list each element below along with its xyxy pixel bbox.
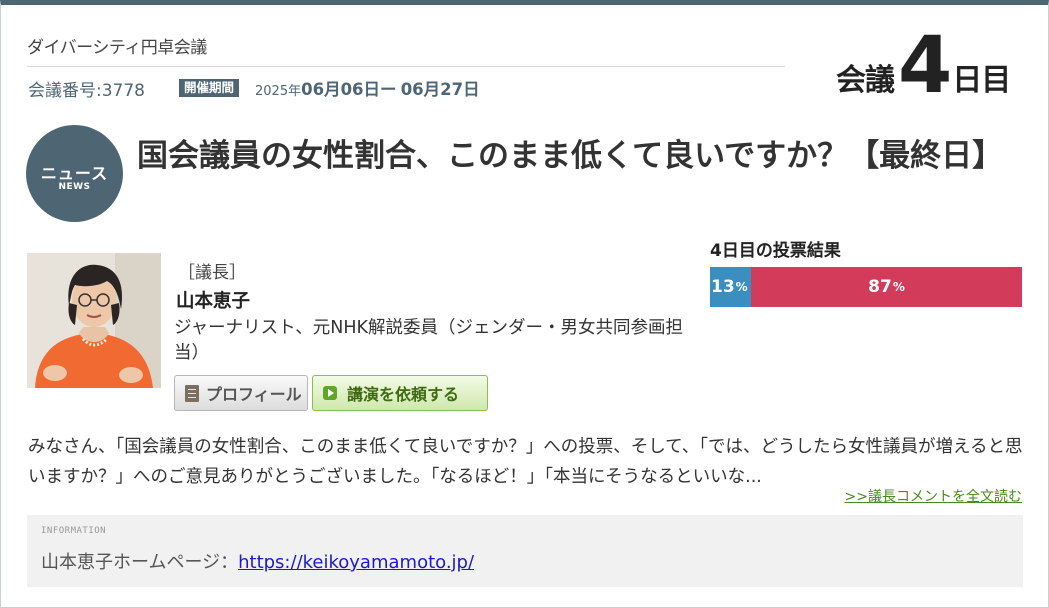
play-icon: [323, 386, 337, 400]
vote-a-percent-sign: %: [735, 280, 748, 294]
vote-bar-option-a: 13%: [710, 267, 751, 307]
news-icon-sublabel: NEWS: [58, 182, 91, 192]
vote-a-percent: 13: [711, 277, 735, 297]
meeting-number: 会議番号:3778: [28, 80, 145, 101]
document-icon: [185, 384, 199, 402]
vote-results-bar: 13% 87%: [710, 267, 1022, 307]
period-start: 06月06日: [301, 80, 381, 99]
meeting-meta: 会議番号:3778 開催期間 2025年06月06日ー 06月27日: [28, 76, 480, 101]
profile-button[interactable]: プロフィール: [174, 375, 308, 411]
chair-portrait-image: [27, 253, 161, 388]
chair-role: ［議長］: [178, 263, 246, 283]
read-full-comment-link[interactable]: >>議長コメントを全文読む: [845, 486, 1022, 506]
profile-button-label: プロフィール: [206, 385, 302, 404]
information-box: INFORMATION 山本恵子ホームページ：https://keikoyama…: [27, 515, 1023, 587]
vote-b-percent-sign: %: [892, 280, 905, 294]
period-badge: 開催期間: [179, 79, 240, 97]
information-label: INFORMATION: [41, 526, 107, 536]
vote-results-title: 4日目の投票結果: [710, 241, 841, 261]
meeting-period: 2025年06月06日ー 06月27日: [255, 76, 480, 100]
vote-bar-option-b: 87%: [751, 267, 1022, 307]
header-divider: [27, 66, 785, 67]
chair-comment-excerpt: みなさん、「国会議員の女性割合、このまま低くて良いですか？」への投票、そして、「…: [28, 437, 1023, 487]
day-number: 4: [898, 21, 952, 111]
day-prefix: 会議: [836, 63, 895, 98]
news-icon: ニュース NEWS: [26, 125, 123, 222]
vote-b-percent: 87: [868, 277, 892, 297]
page-title: 国会議員の女性割合、このまま低くて良いですか？【最終日】: [137, 138, 1004, 174]
chair-photo: [27, 253, 161, 388]
site-brand: ダイバーシティ円卓会議: [27, 38, 207, 58]
request-lecture-label: 講演を依頼する: [347, 385, 460, 404]
meeting-day-counter: 会議 4 日目: [836, 20, 1011, 111]
day-suffix: 日目: [952, 63, 1011, 98]
period-separator: ー: [380, 80, 397, 99]
news-icon-label: ニュース: [40, 164, 109, 183]
chair-description: ジャーナリスト、元NHK解説委員（ジェンダー・男女共同参画担当）: [174, 318, 683, 363]
chair-name: 山本恵子: [176, 291, 251, 312]
request-lecture-button[interactable]: 講演を依頼する: [312, 375, 488, 411]
period-year: 2025年: [255, 84, 302, 99]
period-end: 06月27日: [400, 80, 480, 99]
homepage-line: 山本恵子ホームページ：https://keikoyamamoto.jp/: [41, 548, 474, 574]
homepage-label: 山本恵子ホームページ：: [41, 552, 239, 573]
homepage-link[interactable]: https://keikoyamamoto.jp/: [238, 552, 474, 573]
